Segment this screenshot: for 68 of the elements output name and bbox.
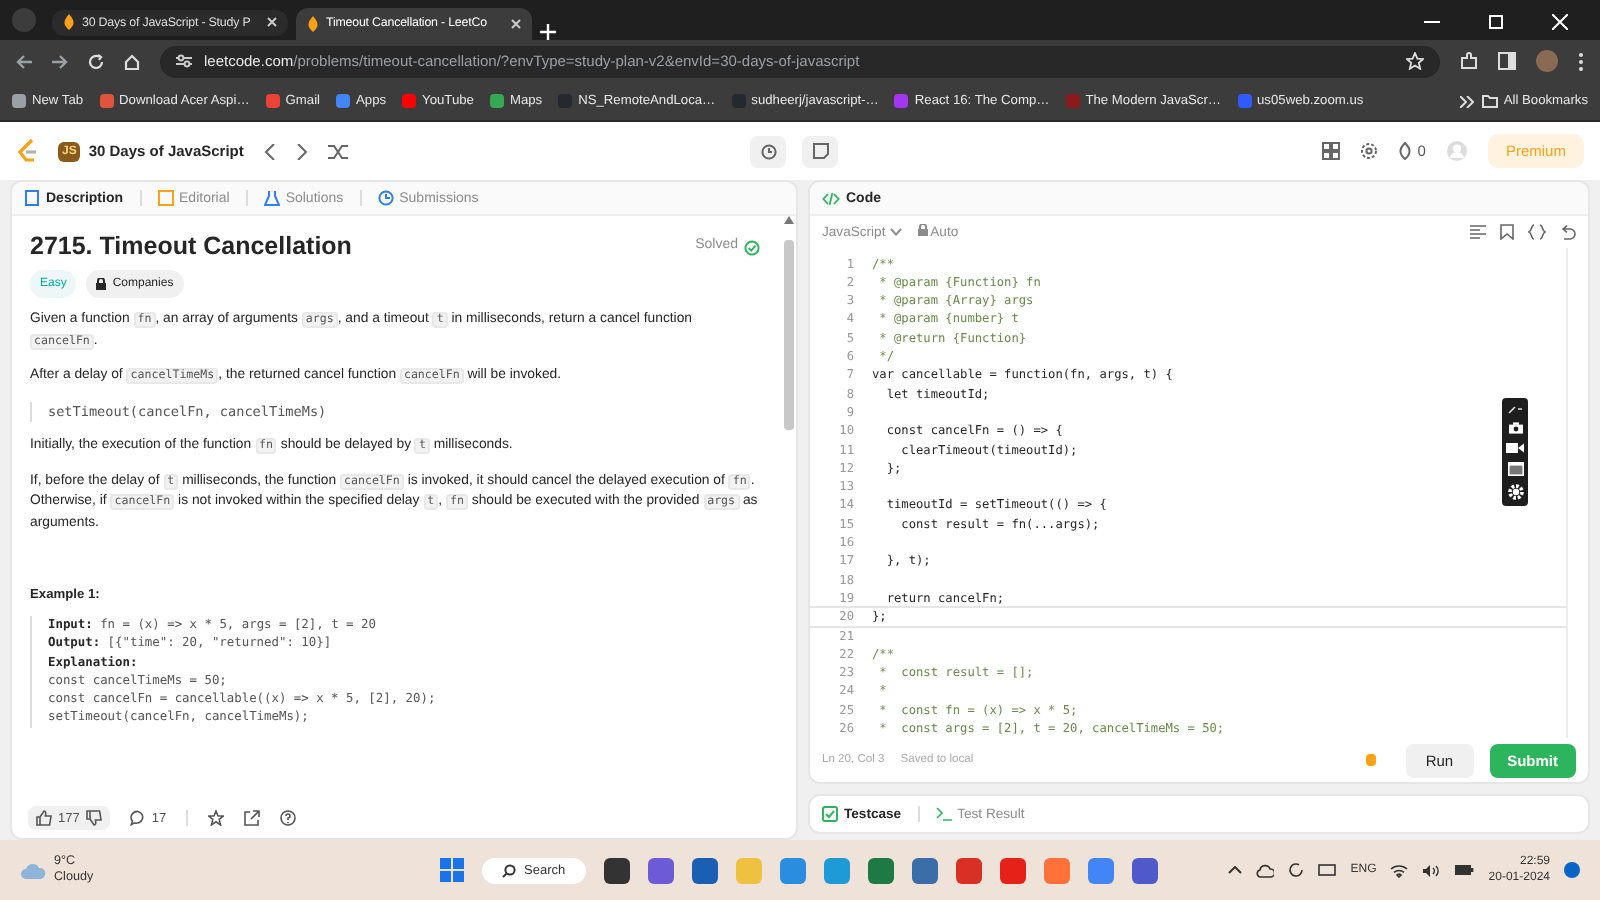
app-icon[interactable] (867, 857, 894, 884)
flame-icon (62, 14, 76, 31)
chevron-double-icon[interactable] (1459, 95, 1474, 108)
pencil-icon[interactable] (1508, 404, 1522, 415)
terminal-icon (935, 806, 952, 823)
app-icon[interactable] (691, 857, 718, 884)
checkbox-icon (822, 806, 838, 823)
notes-button[interactable] (802, 135, 839, 168)
check-circle-icon (744, 239, 760, 256)
maximize-icon[interactable] (1488, 13, 1504, 30)
cloud-icon (20, 861, 46, 880)
document-icon (24, 190, 40, 207)
chevron-down-icon (889, 227, 902, 236)
alarm-clock-icon (759, 142, 778, 161)
search-icon (502, 863, 516, 878)
notification-icon[interactable] (1564, 862, 1580, 879)
reload-icon[interactable] (88, 53, 104, 70)
code-brackets-icon (822, 191, 840, 206)
close-icon[interactable] (266, 16, 278, 29)
thumbs-up-icon[interactable] (36, 810, 52, 827)
chevron-up-icon[interactable] (1228, 866, 1243, 875)
lock-icon (96, 278, 107, 291)
side-panel-icon[interactable] (1498, 52, 1516, 71)
help-icon[interactable] (280, 810, 297, 827)
chevron-left-icon[interactable] (263, 143, 276, 160)
layout-icon[interactable] (1321, 142, 1340, 161)
note-icon (811, 142, 830, 161)
window-icon[interactable] (1507, 462, 1523, 477)
flame-icon (306, 15, 320, 32)
video-camera-icon[interactable] (1506, 442, 1524, 455)
speaker-icon[interactable] (1422, 863, 1441, 878)
close-icon[interactable] (510, 17, 522, 30)
share-icon[interactable] (244, 810, 261, 827)
book-icon (157, 190, 174, 207)
bookmark-icon[interactable] (1500, 224, 1514, 241)
flame-icon (1397, 142, 1412, 161)
wifi-icon[interactable] (1390, 863, 1409, 878)
back-arrow-icon[interactable] (16, 53, 32, 70)
app-icon[interactable] (1131, 857, 1158, 884)
flask-icon (263, 190, 280, 207)
problem-title: 2715. Timeout Cancellation (30, 236, 352, 258)
timer-button[interactable] (750, 135, 787, 168)
plus-icon[interactable] (540, 23, 556, 40)
refresh-icon[interactable] (1288, 862, 1305, 879)
cloud-sync-icon[interactable] (1256, 863, 1275, 878)
star-icon[interactable] (208, 810, 225, 827)
home-icon[interactable] (124, 53, 140, 70)
keyboard-icon[interactable] (1318, 864, 1337, 877)
undo-icon[interactable] (1560, 224, 1576, 241)
braces-icon[interactable] (1528, 224, 1546, 241)
scrollbar-thumb[interactable] (783, 240, 793, 431)
speech-bubble-icon (129, 810, 146, 827)
site-settings-icon (176, 54, 192, 69)
camera-icon[interactable] (1507, 422, 1523, 435)
chevron-right-icon[interactable] (295, 143, 308, 160)
forward-arrow-icon[interactable] (52, 53, 68, 70)
history-icon (377, 190, 394, 207)
windows-logo-icon[interactable] (440, 858, 464, 883)
app-icon[interactable] (603, 857, 630, 884)
thumbs-down-icon[interactable] (85, 810, 102, 827)
format-lines-icon[interactable] (1470, 224, 1486, 241)
battery-icon[interactable] (1454, 864, 1475, 877)
leetcode-logo (16, 138, 38, 165)
folder-icon (1481, 94, 1498, 109)
extensions-icon[interactable] (1460, 52, 1478, 71)
lock-icon (917, 224, 928, 237)
more-icon[interactable] (1578, 51, 1584, 72)
shuffle-icon[interactable] (327, 143, 348, 160)
